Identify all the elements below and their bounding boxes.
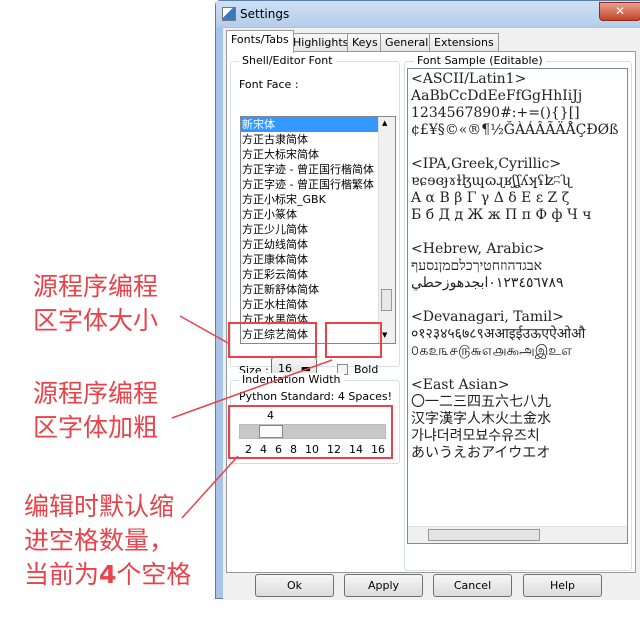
indent-annotation-number: 4 — [99, 560, 117, 589]
size-annotation: 源程序编程 区字体大小 — [33, 272, 159, 335]
bold-annotation: 源程序编程 区字体加粗 — [33, 379, 159, 442]
indent-annotation: 编辑时默认缩 进空格数量， 当前为4个空格 — [24, 490, 191, 592]
bold-pointer-line — [171, 359, 333, 419]
size-pointer-line — [179, 315, 229, 344]
tab-fonts-tabs[interactable]: Fonts/Tabs — [226, 30, 294, 53]
indent-annotation-suffix: 个空格 — [116, 560, 192, 589]
